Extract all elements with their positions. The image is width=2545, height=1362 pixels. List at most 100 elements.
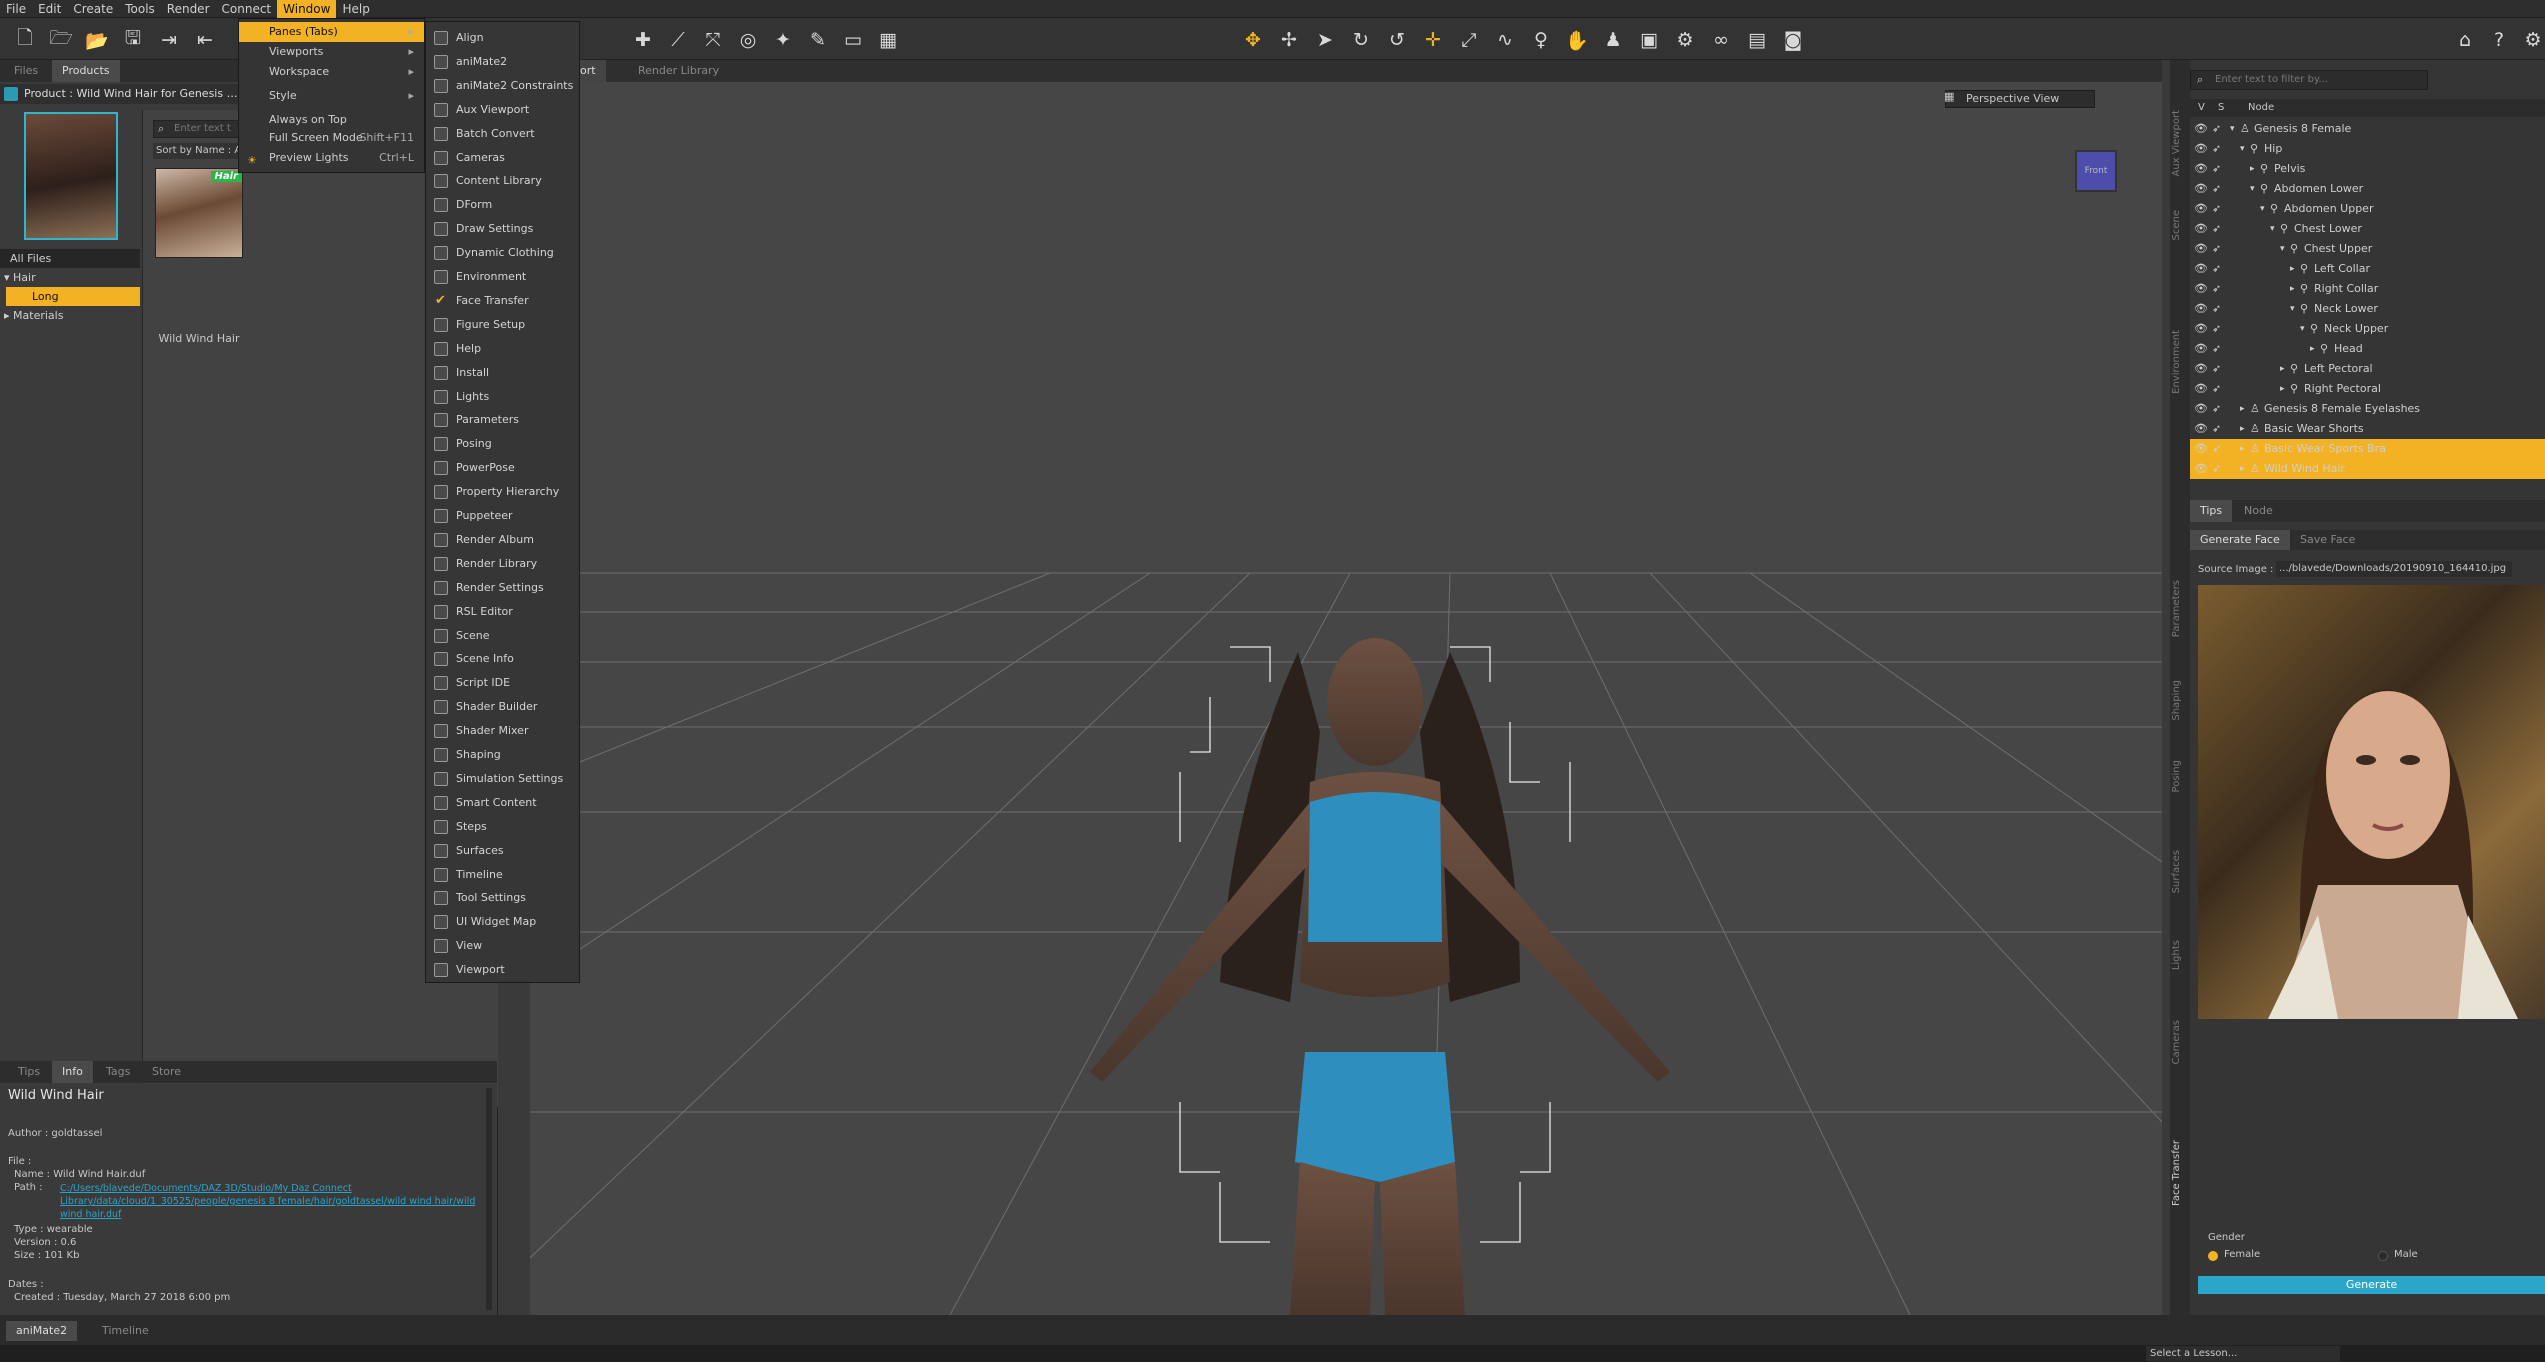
pane-menu-item[interactable]: Puppeteer [426,504,579,528]
side-tab[interactable]: Posing [2171,760,2189,792]
scene-node-row[interactable]: 👁 ➶ ▾ ⚲ Chest Upper [2190,239,2545,259]
lesson-select[interactable]: Select a Lesson... [2146,1346,2340,1361]
window-menu-item[interactable]: Panes (Tabs) ▸ [239,22,424,42]
universal-icon[interactable]: ✢ [1276,27,1302,53]
expand-icon[interactable]: ▸ [2240,399,2245,419]
pane-menu-item[interactable]: ✔ Face Transfer [426,289,579,313]
asset-thumbnail[interactable]: Hair [155,168,243,258]
pane-menu-item[interactable]: Content Library [426,169,579,193]
selectable-icon[interactable]: ➶ [2212,299,2221,319]
back-icon[interactable] [4,87,18,101]
expand-icon[interactable]: ▾ [2250,179,2255,199]
joint-editor-icon[interactable]: ⟋ [665,27,691,53]
visibility-icon[interactable]: 👁 [2194,439,2208,459]
wand-icon[interactable]: ✦ [770,27,796,53]
selectable-icon[interactable]: ➶ [2212,339,2221,359]
scene-node-row[interactable]: 👁 ➶ ▾ ♙ Genesis 8 Female [2190,119,2545,139]
visibility-icon[interactable]: 👁 [2194,279,2208,299]
settings-icon[interactable]: ⚙ [2520,27,2545,53]
window-menu-item[interactable]: Preview Lights Ctrl+L ☀ [239,148,424,168]
visibility-icon[interactable]: 👁 [2194,359,2208,379]
side-tab[interactable]: Face Transfer [2171,1140,2189,1206]
new-file-icon[interactable]: 🗋 [12,27,38,53]
pane-menu-item[interactable]: Script IDE [426,671,579,695]
selectable-icon[interactable]: ➶ [2212,199,2221,219]
side-tab[interactable]: Lights [2171,940,2189,970]
expand-icon[interactable]: ▾ [2260,199,2265,219]
selectable-icon[interactable]: ➶ [2212,119,2221,139]
viewport[interactable]: ort Render Library Perspective View ▦ Fr… [530,60,2162,1315]
pane-menu-item[interactable]: aniMate2 Constraints [426,74,579,98]
expand-icon[interactable]: ▸ [2250,159,2255,179]
visibility-icon[interactable]: 👁 [2194,419,2208,439]
pane-menu-item[interactable]: Shaping [426,743,579,767]
side-tab[interactable]: Aux Viewport [2171,110,2189,177]
tab-files[interactable]: Files [4,60,48,82]
selectable-icon[interactable]: ➶ [2212,379,2221,399]
expand-icon[interactable]: ▾ [2230,119,2235,139]
box-icon[interactable]: ▣ [1636,27,1662,53]
pane-menu-item[interactable]: Scene Info [426,647,579,671]
selectable-icon[interactable]: ➶ [2212,419,2221,439]
pane-menu-item[interactable]: Cameras [426,146,579,170]
figure-icon[interactable]: ♀ [1528,27,1554,53]
pane-menu-item[interactable]: Install [426,361,579,385]
open-folder-icon[interactable]: 📂 [84,27,110,53]
tab-save-face[interactable]: Save Face [2290,530,2365,550]
visibility-icon[interactable]: 👁 [2194,199,2208,219]
info-path-link[interactable]: C:/Users/blavede/Documents/DAZ 3D/Studio… [60,1182,482,1222]
visibility-icon[interactable]: 👁 [2194,259,2208,279]
window-menu-item[interactable]: Always on Top [239,110,424,130]
visibility-icon[interactable]: 👁 [2194,139,2208,159]
tree-item-hair[interactable]: ▾ Hair [0,268,140,287]
import-icon[interactable]: ⇥ [156,27,182,53]
pane-menu-item[interactable]: DForm [426,193,579,217]
grid-icon[interactable]: ▦ [875,27,901,53]
scene-node-row[interactable]: 👁 ➶ ▾ ⚲ Chest Lower [2190,219,2545,239]
expand-icon[interactable]: ▸ [2280,379,2285,399]
menu-tools[interactable]: Tools [119,0,161,18]
selectable-icon[interactable]: ➶ [2212,219,2221,239]
pane-menu-item[interactable]: Render Album [426,528,579,552]
side-tab[interactable]: Surfaces [2171,850,2189,893]
pane-menu-item[interactable]: Draw Settings [426,217,579,241]
scene-node-row[interactable]: 👁 ➶ ▸ ⚲ Left Pectoral [2190,359,2545,379]
selectable-icon[interactable]: ➶ [2212,459,2221,479]
home-icon[interactable]: ⌂ [2452,27,2478,53]
tab-render-library[interactable]: Render Library [628,60,729,82]
tab-generate-face[interactable]: Generate Face [2190,530,2290,550]
visibility-icon[interactable]: 👁 [2194,459,2208,479]
menu-help[interactable]: Help [336,0,375,18]
expand-icon[interactable]: ▾ [2290,299,2295,319]
translate-icon[interactable]: ✛ [1420,27,1446,53]
expand-icon[interactable]: ▸ [2310,339,2315,359]
scene-node-row[interactable]: 👁 ➶ ▾ ⚲ Abdomen Lower [2190,179,2545,199]
selectable-icon[interactable]: ➶ [2212,319,2221,339]
window-menu-item[interactable]: Style ▸ [239,86,424,106]
pane-menu-item[interactable]: Posing [426,432,579,456]
selectable-icon[interactable]: ➶ [2212,239,2221,259]
save-icon[interactable]: 🖫 [120,27,146,53]
pointer-icon[interactable]: ➤ [1312,27,1338,53]
scale-icon[interactable]: ⤢ [1456,27,1482,53]
visibility-icon[interactable]: 👁 [2194,399,2208,419]
pose-icon[interactable]: ♟ [1600,27,1626,53]
pane-menu-item[interactable]: aniMate2 [426,50,579,74]
scene-node-row[interactable]: 👁 ➶ ▸ ♙ Basic Wear Sports Bra [2190,439,2545,459]
help-icon[interactable]: ? [2486,27,2512,53]
scene-node-row[interactable]: 👁 ➶ ▸ ⚲ Right Collar [2190,279,2545,299]
selectable-icon[interactable]: ➶ [2212,259,2221,279]
pane-menu-item[interactable]: Parameters [426,408,579,432]
scene-node-row[interactable]: 👁 ➶ ▸ ⚲ Left Collar [2190,259,2545,279]
region-icon[interactable]: ▭ [840,27,866,53]
female-radio[interactable] [2208,1251,2218,1261]
visibility-icon[interactable]: 👁 [2194,319,2208,339]
info-scrollbar[interactable] [486,1088,492,1310]
undo-rotate-icon[interactable]: ↺ [1384,27,1410,53]
tab-timeline[interactable]: Timeline [92,1321,159,1341]
skin-icon[interactable]: ✋ [1564,27,1590,53]
menu-file[interactable]: File [0,0,32,18]
pane-menu-item[interactable]: Figure Setup [426,313,579,337]
pane-menu-item[interactable]: Lights [426,385,579,409]
export-icon[interactable]: ⇤ [192,27,218,53]
